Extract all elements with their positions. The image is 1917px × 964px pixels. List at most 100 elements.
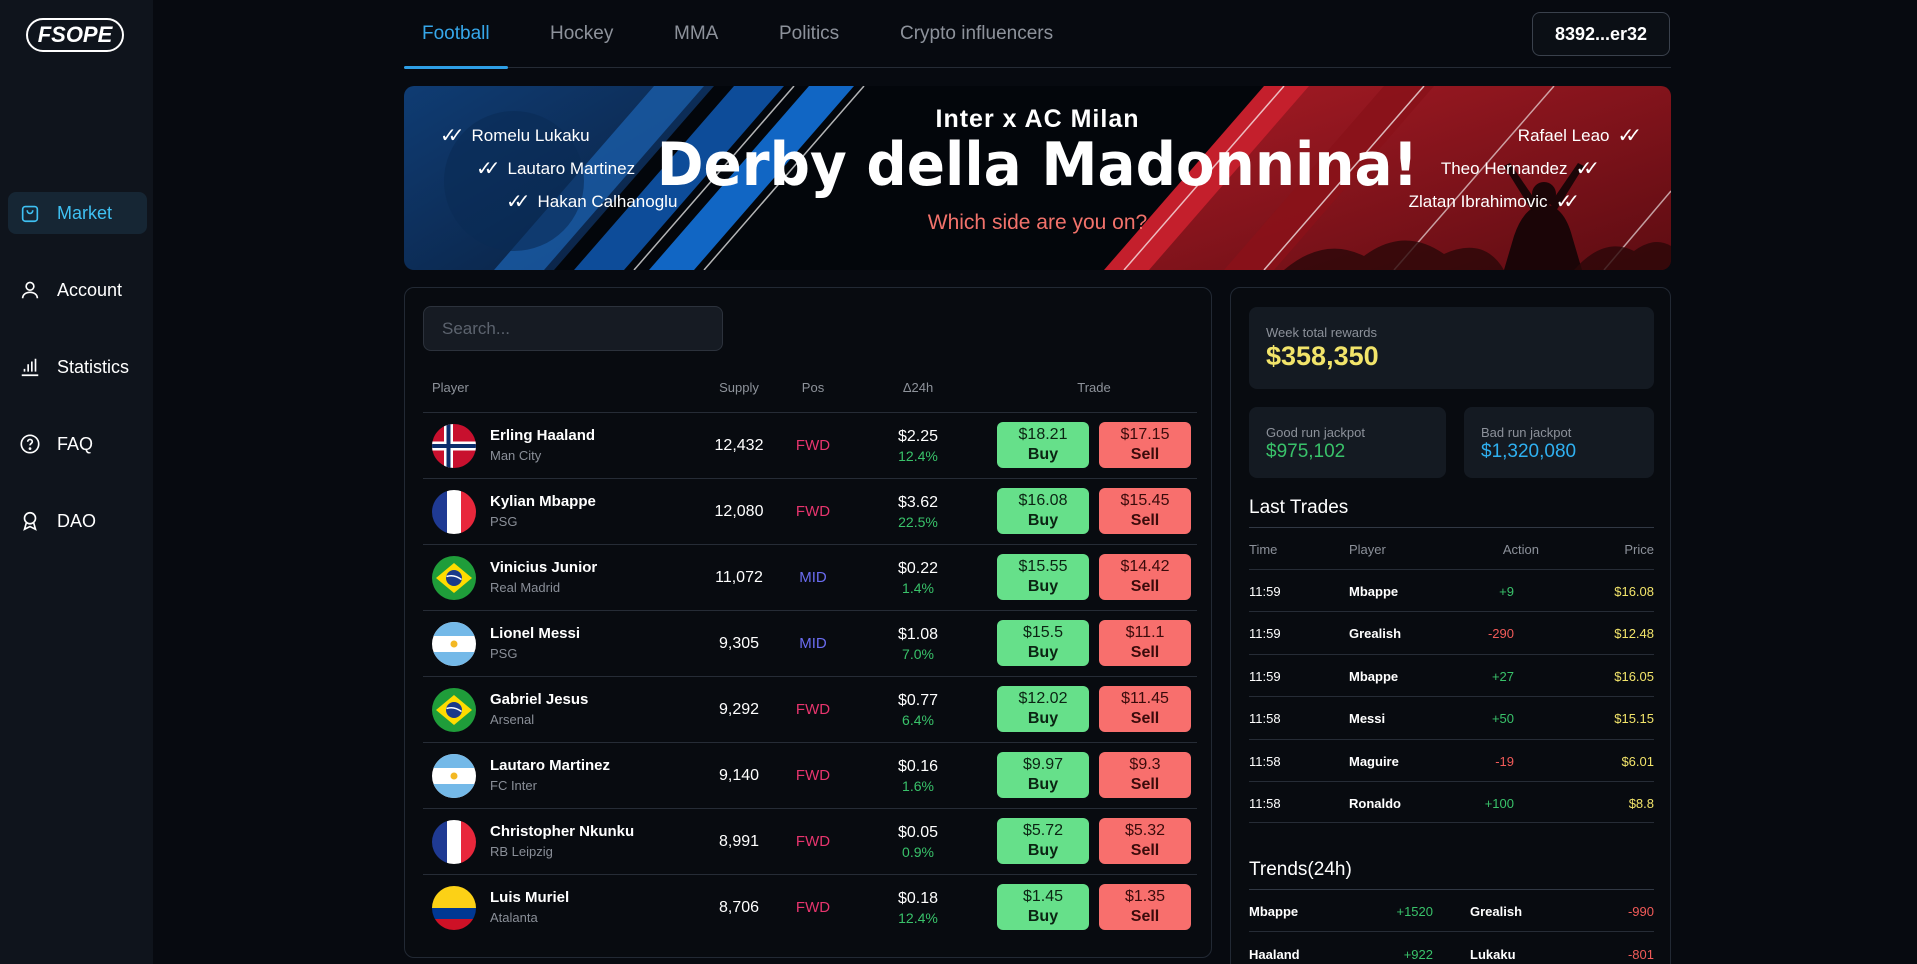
trend-up-player: Mbappe <box>1249 904 1299 919</box>
player-supply: 11,072 <box>715 569 763 586</box>
trade-row: 11:58 Messi +50 $15.15 <box>1249 696 1654 738</box>
sell-button[interactable]: $15.45 Sell <box>1099 488 1191 534</box>
player-position: FWD <box>795 701 831 718</box>
player-club: Man City <box>490 448 542 463</box>
wallet-button[interactable]: 8392...er32 <box>1532 12 1670 56</box>
sidebar-item-market[interactable]: Market <box>8 192 147 234</box>
sidebar-item-account[interactable]: Account <box>8 269 147 311</box>
player-position: FWD <box>795 437 831 454</box>
buy-button[interactable]: $16.08 Buy <box>997 488 1089 534</box>
buy-button[interactable]: $12.02 Buy <box>997 686 1089 732</box>
player-supply: 12,080 <box>714 503 764 520</box>
sidebar-item-faq[interactable]: FAQ <box>8 423 147 465</box>
player-name[interactable]: Christopher Nkunku <box>490 823 634 840</box>
sidebar-item-dao[interactable]: DAO <box>8 500 147 542</box>
player-club: Atalanta <box>490 910 538 925</box>
player-name[interactable]: Lautaro Martinez <box>490 757 610 774</box>
trade-action: +9 <box>1499 584 1514 599</box>
trade-row: 11:59 Mbappe +27 $16.05 <box>1249 653 1654 696</box>
sell-button[interactable]: $11.1 Sell <box>1099 620 1191 666</box>
sell-button[interactable]: $5.32 Sell <box>1099 818 1191 864</box>
bad-jackpot-value: $1,320,080 <box>1481 441 1577 462</box>
player-price: $0.18 <box>897 890 939 907</box>
week-rewards-label: Week total rewards <box>1266 325 1378 340</box>
player-club: FC Inter <box>490 778 537 793</box>
fsope-logo[interactable]: FSOPE <box>26 18 124 52</box>
table-row[interactable]: Gabriel Jesus Arsenal 9,292 FWD $0.77 6.4% $12… <box>423 676 1197 742</box>
buy-button[interactable]: $18.21 Buy <box>997 422 1089 468</box>
france-flag-icon <box>432 490 476 534</box>
player-name[interactable]: Gabriel Jesus <box>490 691 588 708</box>
buy-label: Buy <box>1027 842 1059 859</box>
player-change: 0.9% <box>902 844 934 860</box>
table-row[interactable]: Vinicius Junior Real Madrid 11,072 MID $0.22… <box>423 544 1197 610</box>
trade-time: 11:58 <box>1249 753 1281 769</box>
buy-button[interactable]: $15.5 Buy <box>997 620 1089 666</box>
tab-politics[interactable]: Politics <box>779 0 839 68</box>
trend-up-value: +1520 <box>1396 904 1433 919</box>
shopping-bag-icon <box>19 202 41 224</box>
sell-button[interactable]: $14.42 Sell <box>1099 554 1191 600</box>
trade-time: 11:58 <box>1249 711 1281 727</box>
player-club: PSG <box>490 514 518 529</box>
sell-label: Sell <box>1130 446 1160 463</box>
derby-banner[interactable]: ✓✓ Romelu Lukaku ✓✓ Lautaro Martinez ✓✓ … <box>404 86 1671 270</box>
sidebar-item-statistics[interactable]: Statistics <box>8 346 147 388</box>
trade-action: +100 <box>1484 795 1514 811</box>
tab-crypto-influencers[interactable]: Crypto influencers <box>900 0 1053 68</box>
trade-action: -290 <box>1487 626 1514 642</box>
player-position: FWD <box>795 899 831 916</box>
header-price: Price <box>1624 542 1654 557</box>
sell-button[interactable]: $17.15 Sell <box>1099 422 1191 468</box>
player-name[interactable]: Erling Haaland <box>490 427 595 444</box>
player-supply: 12,432 <box>714 437 764 454</box>
table-row[interactable]: Lautaro Martinez FC Inter 9,140 FWD $0.16 1.6… <box>423 742 1197 808</box>
buy-button[interactable]: $5.72 Buy <box>997 818 1089 864</box>
stats-panel: Week total rewards $358,350 Good run jac… <box>1230 287 1671 964</box>
buy-price: $16.08 <box>1018 492 1068 509</box>
player-club: PSG <box>490 646 518 661</box>
buy-button[interactable]: $1.45 Buy <box>997 884 1089 930</box>
player-name[interactable]: Kylian Mbappe <box>490 493 596 510</box>
table-header: Player Supply Pos Δ24h Trade <box>423 380 1197 406</box>
trend-up-player: Haaland <box>1249 947 1300 962</box>
help-circle-icon <box>19 433 41 455</box>
player-club: Arsenal <box>490 712 535 727</box>
sell-button[interactable]: $1.35 Sell <box>1099 884 1191 930</box>
argentina-flag-icon <box>432 754 476 798</box>
tab-football[interactable]: Football <box>404 0 508 69</box>
player-name[interactable]: Lionel Messi <box>490 625 580 642</box>
sell-label: Sell <box>1130 842 1160 859</box>
buy-label: Buy <box>1027 446 1059 463</box>
sell-label: Sell <box>1130 578 1160 595</box>
player-name[interactable]: Luis Muriel <box>490 889 569 906</box>
trade-player: Mbappe <box>1349 584 1399 599</box>
buy-price: $1.45 <box>1022 888 1064 905</box>
table-row[interactable]: Kylian Mbappe PSG 12,080 FWD $3.62 22.5% $16.0… <box>423 478 1197 544</box>
trade-time: 11:59 <box>1249 626 1281 642</box>
player-change: 1.4% <box>902 580 934 596</box>
tab-hockey[interactable]: Hockey <box>550 0 613 68</box>
buy-button[interactable]: $15.55 Buy <box>997 554 1089 600</box>
week-rewards-value: $358,350 <box>1266 341 1379 371</box>
buy-button[interactable]: $9.97 Buy <box>997 752 1089 798</box>
player-name[interactable]: Vinicius Junior <box>490 559 597 576</box>
search-input[interactable] <box>423 306 723 351</box>
player-change: 22.5% <box>898 514 938 530</box>
norway-flag-icon <box>432 424 476 468</box>
table-row[interactable]: Christopher Nkunku RB Leipzig 8,991 FWD $0.0… <box>423 808 1197 874</box>
trade-player: Mbappe <box>1349 668 1399 684</box>
last-trades-list: 11:59 Mbappe +9 $16.08 11:59 Grealish -290 $12.… <box>1249 569 1654 824</box>
tab-mma[interactable]: MMA <box>674 0 718 68</box>
table-row[interactable]: Luis Muriel Atalanta 8,706 FWD $0.18 12.4% $1.… <box>423 874 1197 940</box>
trends-list: Mbappe +1520 Grealish -990 Haaland +922 Lukaku… <box>1249 889 1654 964</box>
sell-button[interactable]: $9.3 Sell <box>1099 752 1191 798</box>
header-trade: Trade <box>1077 380 1111 395</box>
table-row[interactable]: Erling Haaland Man City 12,432 FWD $2.25 12.4… <box>423 412 1197 478</box>
bad-run-jackpot-card: Bad run jackpot $1,320,080 <box>1464 407 1654 478</box>
sidebar-item-label: DAO <box>57 510 97 531</box>
player-supply: 8,706 <box>718 899 760 916</box>
table-row[interactable]: Lionel Messi PSG 9,305 MID $1.08 7.0% $15.5 Buy… <box>423 610 1197 676</box>
sell-button[interactable]: $11.45 Sell <box>1099 686 1191 732</box>
sidebar: FSOPE Market Account Statistics FAQ DAO <box>0 0 153 964</box>
